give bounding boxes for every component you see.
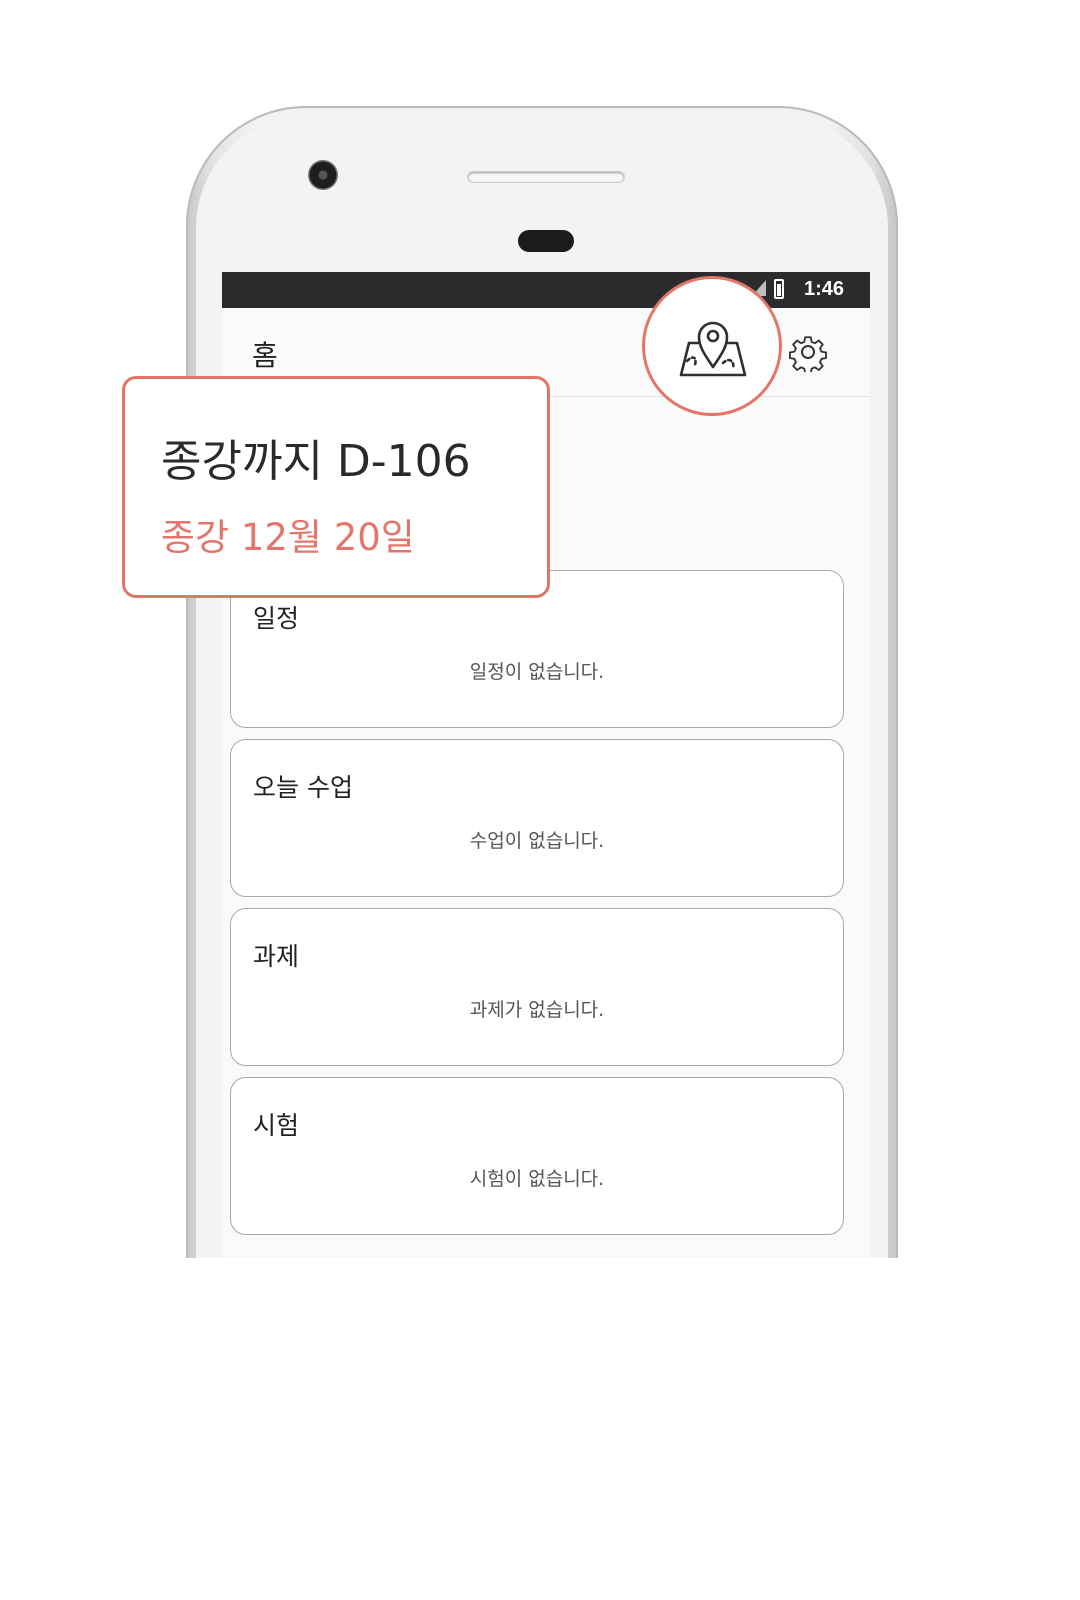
card-title: 일정: [253, 604, 300, 633]
page-title: 홈: [252, 339, 278, 372]
battery-icon: [774, 279, 784, 299]
semester-end-date: 종강 12월 20일: [161, 516, 415, 559]
background-left: [0, 0, 48, 1258]
card-title: 오늘 수업: [253, 773, 353, 802]
earpiece-speaker: [468, 172, 624, 182]
card-title: 과제: [253, 942, 300, 971]
map-button[interactable]: [642, 276, 782, 416]
gear-icon: [789, 336, 827, 375]
promo-stage: 1:46 홈 일정 일정이 없습니다. 오늘 수업 수업이 없습니다. 과제 과…: [0, 0, 1080, 1600]
card-empty-message: 수업이 없습니다.: [469, 830, 605, 852]
dday-countdown: 종강까지 D-106: [161, 436, 471, 487]
card-title: 시험: [253, 1111, 300, 1140]
proximity-sensor: [518, 230, 574, 252]
card-today-classes[interactable]: 오늘 수업 수업이 없습니다.: [230, 739, 844, 897]
map-pin-icon: [679, 321, 747, 377]
settings-button[interactable]: [788, 332, 828, 375]
card-empty-message: 일정이 없습니다.: [469, 661, 605, 683]
card-empty-message: 과제가 없습니다.: [469, 999, 605, 1021]
status-bar: 1:46: [222, 272, 870, 308]
card-empty-message: 시험이 없습니다.: [469, 1168, 605, 1190]
card-exams[interactable]: 시험 시험이 없습니다.: [230, 1077, 844, 1235]
front-camera: [308, 160, 338, 190]
background-bottom: [40, 1258, 1040, 1600]
card-assignments[interactable]: 과제 과제가 없습니다.: [230, 908, 844, 1066]
status-time: 1:46: [803, 278, 844, 300]
dday-card: 종강까지 D-106 종강 12월 20일: [122, 376, 550, 598]
